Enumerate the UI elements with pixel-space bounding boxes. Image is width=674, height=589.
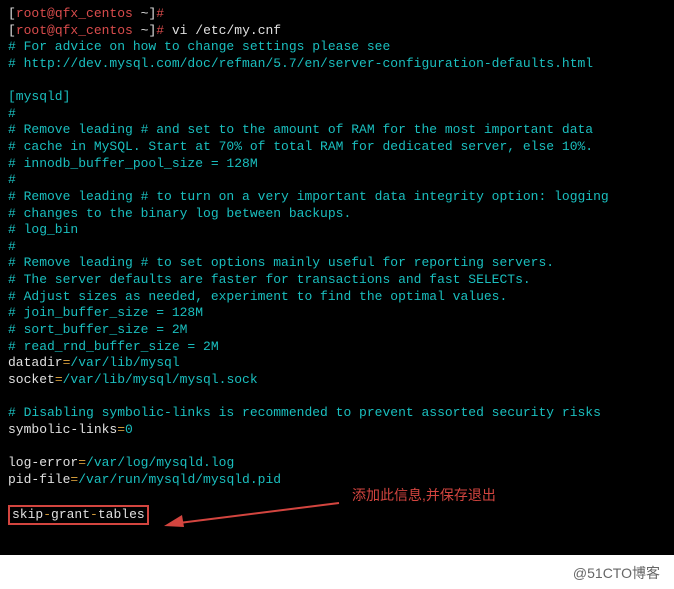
terminal-window: [root@qfx_centos ~]# [root@qfx_centos ~]…: [0, 0, 674, 555]
config-line-pid-file: pid-file=/var/run/mysqld/mysqld.pid: [8, 472, 281, 487]
config-comment: # Remove leading # to set options mainly…: [8, 255, 554, 270]
config-section: [mysqld]: [8, 89, 70, 104]
config-line-log-error: log-error=/var/log/mysqld.log: [8, 455, 234, 470]
command-text: vi /etc/my.cnf: [164, 23, 281, 38]
config-comment: # Remove leading # to turn on a very imp…: [8, 189, 609, 204]
config-comment: # cache in MySQL. Start at 70% of total …: [8, 139, 593, 154]
config-line-symbolic-links: symbolic-links=0: [8, 422, 133, 437]
config-comment: # Adjust sizes as needed, experiment to …: [8, 289, 507, 304]
shell-prompt: [root@qfx_centos ~]#: [8, 6, 164, 21]
watermark: @51CTO博客: [0, 555, 674, 589]
shell-prompt: [root@qfx_centos ~]#: [8, 23, 164, 38]
config-comment: # read_rnd_buffer_size = 2M: [8, 339, 219, 354]
terminal-output[interactable]: [root@qfx_centos ~]# [root@qfx_centos ~]…: [0, 0, 674, 555]
config-comment: #: [8, 106, 16, 121]
config-comment: # join_buffer_size = 128M: [8, 305, 203, 320]
config-comment: # log_bin: [8, 222, 78, 237]
config-comment: # For advice on how to change settings p…: [8, 39, 390, 54]
config-comment: # sort_buffer_size = 2M: [8, 322, 187, 337]
config-comment: #: [8, 239, 16, 254]
config-comment: # http://dev.mysql.com/doc/refman/5.7/en…: [8, 56, 593, 71]
config-line-socket: socket=/var/lib/mysql/mysql.sock: [8, 372, 258, 387]
config-comment: # The server defaults are faster for tra…: [8, 272, 531, 287]
config-comment: # Disabling symbolic-links is recommende…: [8, 405, 601, 420]
config-comment: # changes to the binary log between back…: [8, 206, 351, 221]
config-line-datadir: datadir=/var/lib/mysql: [8, 355, 180, 370]
config-comment: #: [8, 172, 16, 187]
config-comment: # innodb_buffer_pool_size = 128M: [8, 156, 258, 171]
annotation-text: 添加此信息,并保存退出: [352, 487, 496, 505]
highlight-skip-grant-tables: skip-grant-tables: [8, 505, 149, 526]
config-comment: # Remove leading # and set to the amount…: [8, 122, 593, 137]
